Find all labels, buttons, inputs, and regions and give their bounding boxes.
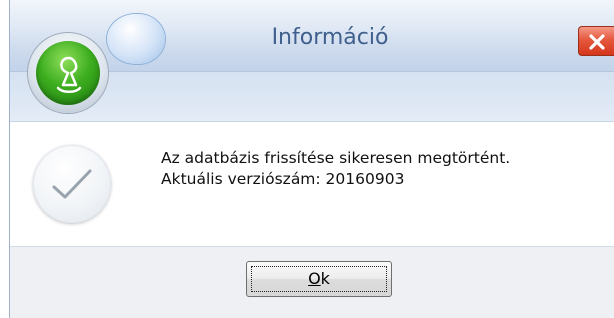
checkmark-icon [33,145,111,223]
button-bar: Ok [10,247,614,318]
ok-button-label: Ok [247,269,391,288]
information-dialog: Információ Az adatbázis frissítése siker… [0,0,614,318]
ok-button[interactable]: Ok [246,261,392,297]
message-area: Az adatbázis frissítése sikeresen megtör… [10,122,614,247]
message-line-1: Az adatbázis frissítése sikeresen megtör… [161,149,511,167]
window-title: Információ [271,25,389,50]
close-button[interactable] [578,26,614,56]
message-text: Az adatbázis frissítése sikeresen megtör… [161,148,510,190]
ok-mnemonic: O [308,269,321,288]
close-icon [589,34,605,50]
quick-access-button[interactable] [107,14,165,64]
ok-label-rest: k [320,269,330,288]
message-line-2: Aktuális verziószám: 20160903 [161,170,405,188]
app-logo-icon[interactable] [28,33,108,113]
green-orb-logo-icon [36,41,100,105]
